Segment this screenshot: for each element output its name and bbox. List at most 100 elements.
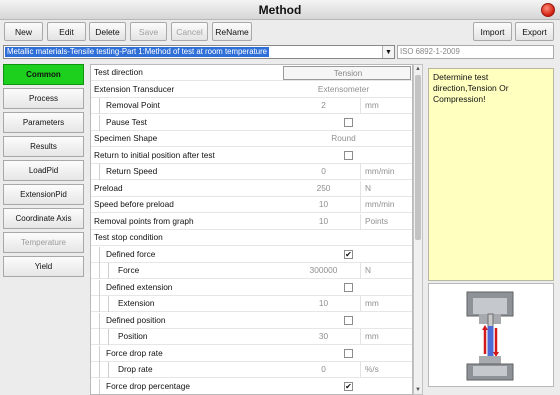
title-bar: Method (0, 0, 560, 20)
param-value[interactable]: Round (286, 133, 401, 143)
param-label: Return Speed (106, 166, 158, 176)
tab-yield[interactable]: Yield (3, 256, 84, 277)
param-value[interactable]: Extensometer (286, 84, 401, 94)
param-value[interactable]: 0 (286, 364, 361, 374)
unit-divider (360, 180, 361, 197)
tab-coordinate-axis[interactable]: Coordinate Axis (3, 208, 84, 229)
param-unit: N (365, 182, 371, 193)
param-row-removal-points-from-graph: Removal points from graph 10 Points (91, 213, 412, 230)
import-button[interactable]: Import (473, 22, 512, 41)
param-label: Pause Test (106, 116, 147, 127)
param-value[interactable]: 10 (286, 298, 361, 308)
tab-process[interactable]: Process (3, 88, 84, 109)
scroll-up-icon[interactable]: ▲ (414, 65, 422, 73)
param-checkbox[interactable] (344, 117, 353, 127)
unit-divider (360, 296, 361, 312)
checkmark-icon: ✔ (345, 381, 352, 391)
new-button[interactable]: New (4, 22, 43, 41)
param-unit: mm/min (365, 199, 395, 209)
param-row-preload: Preload 250 N (91, 180, 412, 197)
unit-divider (360, 329, 361, 345)
param-value[interactable]: 10 (286, 199, 361, 209)
unit-divider (360, 197, 361, 213)
unit-divider (360, 164, 361, 180)
method-select[interactable]: Metallic materials-Tensile testing-Part … (3, 45, 395, 59)
param-unit: mm (365, 331, 379, 341)
param-label: Extension Transducer (94, 83, 175, 94)
param-row-speed-before-preload: Speed before preload 10 mm/min (91, 197, 412, 213)
unit-divider (360, 98, 361, 114)
help-panel: Determine test direction,Tension Or Comp… (428, 68, 554, 281)
param-value[interactable]: 10 (286, 216, 361, 226)
indent-guide (99, 362, 100, 378)
specimen-image (428, 283, 554, 387)
param-row-extension: Extension 10 mm (91, 296, 412, 312)
param-value[interactable]: 30 (286, 331, 361, 341)
grid-scrollbar[interactable]: ▲ ▼ (413, 64, 423, 395)
param-checkbox[interactable] (344, 282, 353, 292)
param-row-test-direction: Test direction Tension (91, 65, 412, 81)
indent-guide (108, 362, 109, 378)
param-label: Force (118, 265, 140, 275)
param-row-test-stop-condition: Test stop condition (91, 230, 412, 246)
edit-button[interactable]: Edit (47, 22, 86, 41)
param-label: Drop rate (118, 364, 153, 374)
param-label: Extension (118, 298, 155, 308)
param-value[interactable]: 2 (286, 100, 361, 110)
param-checkbox[interactable]: ✔ (344, 249, 353, 259)
indent-guide (99, 345, 100, 362)
delete-button[interactable]: Delete (89, 22, 126, 41)
tab-extensionpid[interactable]: ExtensionPid (3, 184, 84, 205)
unit-divider (360, 263, 361, 279)
test-direction-select[interactable]: Tension (283, 66, 411, 80)
param-label: Preload (94, 182, 123, 193)
parameter-grid: Test direction Tension Extension Transduce… (90, 64, 413, 395)
save-button[interactable]: Save (130, 22, 167, 41)
param-row-return-speed: Return Speed 0 mm/min (91, 164, 412, 180)
param-value[interactable]: 300000 (286, 265, 361, 275)
tab-common[interactable]: Common (3, 64, 84, 85)
param-unit: %/s (365, 364, 379, 374)
param-row-defined-position: Defined position (91, 312, 412, 329)
unit-divider (360, 362, 361, 378)
indent-guide (99, 246, 100, 263)
indent-guide (99, 98, 100, 114)
indent-guide (108, 263, 109, 279)
param-label: Force drop rate (106, 347, 163, 358)
window-title: Method (258, 3, 302, 17)
param-checkbox[interactable]: ✔ (344, 381, 353, 391)
param-checkbox[interactable] (344, 315, 353, 325)
indent-guide (108, 296, 109, 312)
param-value[interactable]: 0 (286, 166, 361, 176)
tab-parameters[interactable]: Parameters (3, 112, 84, 133)
param-unit: Points (365, 215, 389, 226)
chevron-down-icon[interactable]: ▼ (382, 46, 394, 58)
param-label: Test stop condition (94, 232, 163, 242)
param-value[interactable]: 250 (286, 183, 361, 193)
export-button[interactable]: Export (515, 22, 554, 41)
param-row-return-to-initial-position-after-test: Return to initial position after test (91, 148, 412, 164)
param-row-drop-rate: Drop rate 0 %/s (91, 362, 412, 378)
tab-temperature[interactable]: Temperature (3, 232, 84, 253)
param-label: Specimen Shape (94, 133, 158, 143)
param-unit: mm/min (365, 166, 395, 176)
rename-button[interactable]: ReName (212, 22, 252, 41)
indent-guide (99, 279, 100, 296)
param-label: Return to initial position after test (94, 149, 215, 160)
scrollbar-thumb[interactable] (415, 75, 421, 240)
param-unit: mm (365, 298, 379, 308)
tensile-specimen-image (429, 284, 553, 386)
param-checkbox[interactable] (344, 348, 353, 358)
standard-field: ISO 6892-1-2009 (397, 45, 554, 59)
method-select-value: Metallic materials-Tensile testing-Part … (5, 47, 270, 57)
param-checkbox[interactable] (344, 150, 353, 160)
param-unit: mm (365, 100, 379, 110)
scroll-down-icon[interactable]: ▼ (414, 386, 422, 394)
tab-loadpid[interactable]: LoadPid (3, 160, 84, 181)
param-label: Defined extension (106, 281, 173, 292)
tab-results[interactable]: Results (3, 136, 84, 157)
param-label: Test direction (94, 67, 143, 77)
cancel-button[interactable]: Cancel (171, 22, 208, 41)
close-icon[interactable] (541, 3, 555, 17)
param-value: Tension (333, 68, 363, 78)
